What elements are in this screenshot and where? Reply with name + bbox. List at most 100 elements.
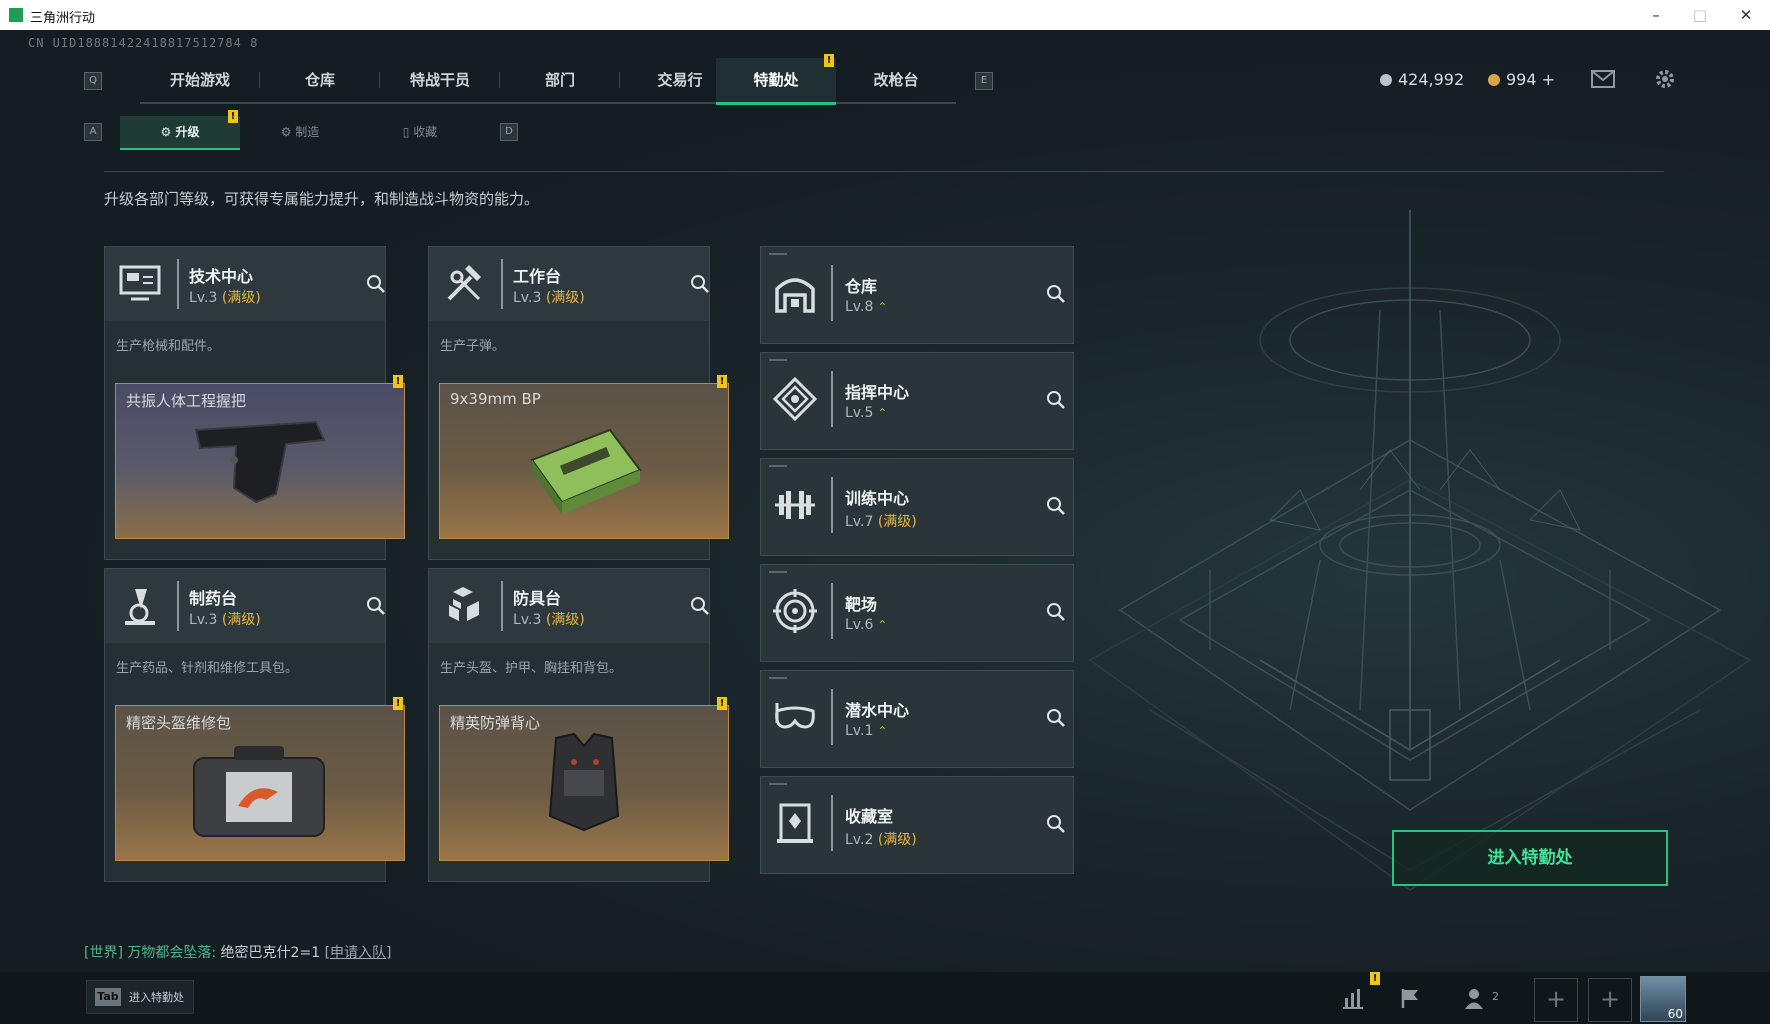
- subtab-label: 收藏: [413, 125, 438, 139]
- diving-mask-icon: [775, 703, 815, 729]
- search-icon[interactable]: [689, 595, 711, 617]
- tab-departments[interactable]: 部门: [500, 58, 620, 104]
- department-row-command-center[interactable]: 指挥中心 Lv.5 ⌃: [760, 352, 1074, 450]
- nav-next-key[interactable]: E: [975, 72, 993, 90]
- department-row-shooting-range[interactable]: 靶场 Lv.6 ⌃: [760, 564, 1074, 662]
- department-level: Lv.5 ⌃: [845, 405, 887, 421]
- department-row-warehouse[interactable]: 仓库 Lv.8 ⌃: [760, 246, 1074, 344]
- product-slot[interactable]: 精密头盔维修包: [115, 705, 405, 861]
- card-description: 生产子弹。: [440, 339, 506, 354]
- subtab-upgrade[interactable]: ⚙ 升级: [120, 116, 240, 150]
- flag-icon[interactable]: [1398, 986, 1424, 1010]
- notification-badge: !: [393, 697, 403, 710]
- search-icon[interactable]: [1045, 813, 1067, 835]
- department-level: Lv.7 (满级): [845, 511, 917, 531]
- upgrade-arrow-icon: ⌃: [877, 406, 888, 420]
- add-party-slot-button[interactable]: +: [1534, 978, 1578, 1022]
- mail-icon[interactable]: [1590, 68, 1616, 90]
- department-level: Lv.1 ⌃: [845, 723, 887, 739]
- window-title: 三角洲行动: [30, 11, 96, 26]
- app-icon: [9, 8, 23, 22]
- bottom-bar: Tab 进入特勤处 ! 2 + + 60: [0, 972, 1770, 1024]
- department-card-armor[interactable]: 防具台 Lv.3 (满级) 生产头盔、护甲、胸挂和背包。 精英防弹背心 !: [428, 568, 729, 882]
- world-chat-line: [世界] 万物都会坠落: 绝密巴克什2=1 [申请入队]: [84, 942, 392, 962]
- player-avatar[interactable]: 60: [1640, 976, 1686, 1022]
- add-party-slot-button[interactable]: +: [1588, 978, 1632, 1022]
- header-divider: [177, 259, 179, 309]
- max-level-tag: (满级): [221, 290, 261, 306]
- department-card-workbench[interactable]: 工作台 Lv.3 (满级) 生产子弹。 9x39mm BP !: [428, 246, 729, 560]
- search-icon[interactable]: [689, 273, 711, 295]
- search-icon[interactable]: [1045, 495, 1067, 517]
- subtab-label: 升级: [175, 125, 200, 139]
- silver-coin-icon: [1380, 74, 1392, 86]
- chat-join-link[interactable]: [申请入队]: [325, 945, 392, 961]
- friends-icon[interactable]: [1462, 986, 1488, 1010]
- tab-special-ops[interactable]: 特勤处: [716, 58, 836, 105]
- close-button[interactable]: ✕: [1726, 4, 1766, 26]
- department-row-collection-room[interactable]: 收藏室 Lv.2 (满级): [760, 776, 1074, 874]
- search-icon[interactable]: [365, 273, 387, 295]
- search-icon[interactable]: [1045, 283, 1067, 305]
- search-icon[interactable]: [1045, 707, 1067, 729]
- card-title: 工作台: [513, 267, 562, 286]
- department-name: 收藏室: [845, 807, 894, 826]
- enter-special-ops-button[interactable]: 进入特勤处: [1392, 830, 1668, 886]
- tab-warehouse[interactable]: 仓库: [260, 58, 380, 104]
- tab-gunsmith[interactable]: 改枪台: [836, 58, 956, 104]
- card-header: 工作台 Lv.3 (满级): [429, 247, 709, 321]
- search-icon[interactable]: [1045, 601, 1067, 623]
- nav-prev-key[interactable]: Q: [84, 72, 102, 90]
- search-icon[interactable]: [1045, 389, 1067, 411]
- department-name: 仓库: [845, 277, 878, 296]
- max-level-tag: (满级): [545, 290, 585, 306]
- warehouse-icon: [775, 278, 815, 313]
- subnav-prev-key[interactable]: A: [84, 123, 102, 141]
- header-divider: [501, 259, 503, 309]
- minimize-button[interactable]: –: [1636, 4, 1676, 26]
- chat-message: 绝密巴克什2=1: [220, 945, 321, 961]
- tab-operators[interactable]: 特战干员: [380, 58, 500, 104]
- tab-hint-label: 进入特勤处: [129, 991, 184, 1004]
- product-slot[interactable]: 9x39mm BP: [439, 383, 729, 539]
- level-value: Lv.5: [845, 405, 874, 421]
- department-card-pharmacy[interactable]: 制药台 Lv.3 (满级) 生产药品、针剂和维修工具包。 精密头盔维修包 !: [104, 568, 405, 882]
- row-divider: [831, 477, 833, 533]
- subtab-label: 制造: [295, 125, 320, 139]
- search-icon[interactable]: [365, 595, 387, 617]
- notification-badge: !: [393, 375, 403, 388]
- target-icon: [773, 589, 817, 633]
- silver-currency: 424,992: [1380, 70, 1464, 89]
- card-level: Lv.3 (满级): [513, 609, 585, 629]
- department-name: 潜水中心: [845, 701, 910, 720]
- tab-label: 部门: [544, 71, 575, 89]
- tab-start-game[interactable]: 开始游戏: [140, 58, 260, 104]
- settings-gear-icon[interactable]: [1652, 68, 1678, 90]
- product-slot[interactable]: 共振人体工程握把: [115, 383, 405, 539]
- card-description: 生产药品、针剂和维修工具包。: [116, 661, 299, 676]
- card-description: 生产枪械和配件。: [116, 339, 221, 354]
- card-level: Lv.3 (满级): [189, 287, 261, 307]
- maximize-button[interactable]: □: [1680, 4, 1720, 26]
- armor-blocks-icon: [449, 587, 479, 621]
- product-name: 精英防弹背心: [450, 714, 541, 732]
- subnav-next-key[interactable]: D: [500, 123, 518, 141]
- stats-chart-icon[interactable]: [1340, 986, 1366, 1010]
- tab-label: 仓库: [304, 71, 335, 89]
- silver-amount: 424,992: [1398, 70, 1465, 89]
- max-level-tag: (满级): [545, 612, 585, 628]
- subtab-collection[interactable]: ▯ 收藏: [360, 116, 480, 148]
- department-row-training-center[interactable]: 训练中心 Lv.7 (满级): [760, 458, 1074, 556]
- level-value: Lv.3: [189, 290, 218, 306]
- tab-hint-button[interactable]: Tab 进入特勤处: [86, 980, 194, 1014]
- subtab-craft[interactable]: ⚙ 制造: [240, 116, 360, 148]
- department-row-diving-center[interactable]: 潜水中心 Lv.1 ⌃: [760, 670, 1074, 768]
- level-value: Lv.3: [189, 612, 218, 628]
- gold-currency[interactable]: 994 +: [1488, 70, 1555, 89]
- department-name: 靶场: [845, 595, 878, 614]
- corner-tick: [769, 677, 787, 679]
- product-slot[interactable]: 精英防弹背心: [439, 705, 729, 861]
- department-card-tech-center[interactable]: 技术中心 Lv.3 (满级) 生产枪械和配件。 共振人体工程握把 !: [104, 246, 405, 560]
- level-value: Lv.7: [845, 514, 874, 530]
- notification-badge: !: [717, 697, 727, 710]
